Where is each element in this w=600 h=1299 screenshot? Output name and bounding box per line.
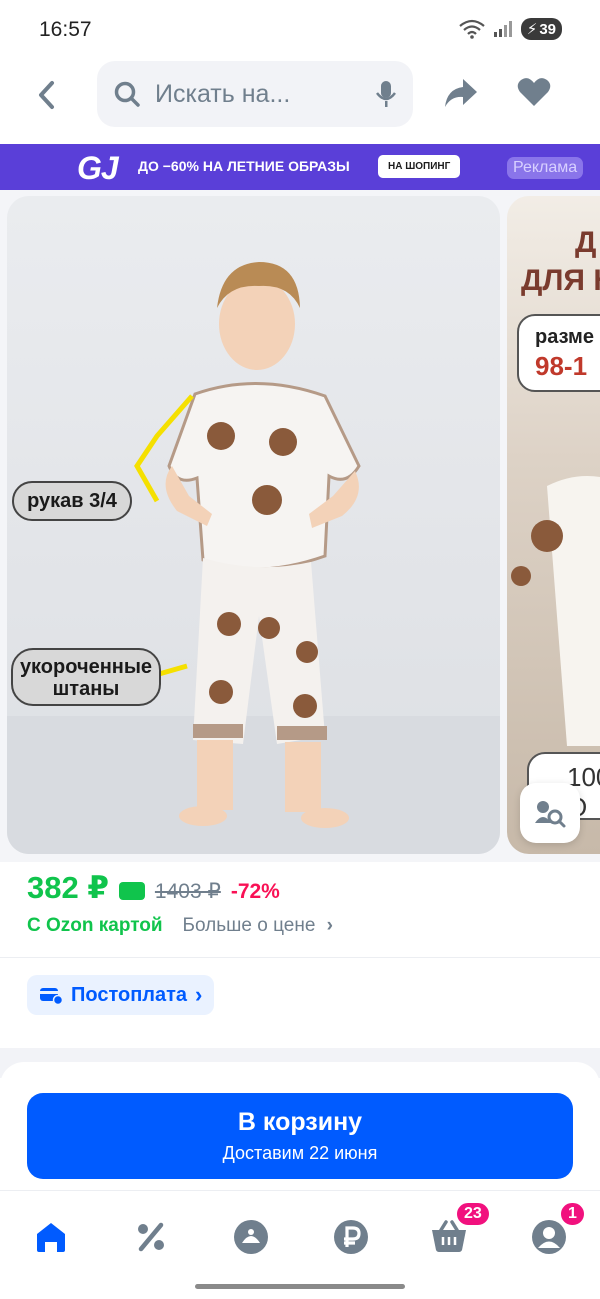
- ad-label: Реклама: [507, 157, 584, 179]
- share-icon: [445, 79, 477, 107]
- charging-icon: ⚡: [526, 21, 538, 38]
- home-icon: [37, 1223, 65, 1252]
- nav-finance[interactable]: [327, 1213, 375, 1261]
- label-sleeve: рукав 3/4: [12, 481, 132, 521]
- postpay-label: Постоплата: [71, 983, 188, 1006]
- cart-badge: 23: [455, 1201, 491, 1227]
- product-photo-main[interactable]: рукав 3/4 укороченные штаны: [7, 196, 500, 854]
- promo-text: ДО −60% НА ЛЕТНИЕ ОБРАЗЫ: [138, 158, 350, 174]
- wifi-icon: [459, 19, 485, 39]
- product-gallery[interactable]: рукав 3/4 укороченные штаны Д ДЛЯ Н разм…: [0, 190, 600, 862]
- price-current: 382 ₽: [27, 870, 109, 905]
- search-input[interactable]: Искать на...: [97, 61, 413, 127]
- nav-profile[interactable]: 1: [525, 1201, 586, 1261]
- price-old: 1403 ₽: [154, 880, 221, 903]
- price-discount: -72%: [230, 880, 280, 903]
- chevron-left-icon: [39, 81, 54, 109]
- label-pants-line1: укороченные: [19, 656, 153, 678]
- visual-search-button[interactable]: [520, 783, 580, 843]
- postpay-card-icon: [40, 988, 63, 1005]
- heart-icon: [517, 78, 551, 106]
- postpay-button[interactable]: Постоплата ›: [27, 975, 215, 1015]
- ozon-card-label: С Ozon картой: [27, 915, 163, 936]
- nav-cart[interactable]: 23: [425, 1201, 491, 1261]
- add-to-cart-button[interactable]: В корзину Доставим 22 июня: [27, 1093, 573, 1179]
- bottom-nav: 23 1: [0, 1190, 600, 1299]
- battery-level: 39: [539, 20, 556, 38]
- postpay-chevron-icon: ›: [195, 982, 203, 1007]
- share-button[interactable]: [443, 77, 483, 113]
- side-size-pill: разме 98-1: [517, 314, 600, 392]
- side-size-value: 98-1: [535, 351, 588, 381]
- profile-badge: 1: [559, 1201, 586, 1227]
- favorite-button[interactable]: [517, 77, 557, 113]
- side-illustration: [511, 476, 600, 746]
- promo-shop-button[interactable]: НА ШОПИНГ: [378, 155, 461, 178]
- status-time: 16:57: [39, 18, 92, 41]
- side-title: ДЛЯ Н: [521, 264, 600, 297]
- product-illustration: [7, 262, 500, 854]
- search-icon: [114, 81, 140, 107]
- side-size-label: разме: [535, 326, 594, 348]
- divider: [0, 957, 600, 958]
- fresh-icon: [234, 1220, 268, 1254]
- price-subtitle: С Ozon картой Больше о цене ›: [27, 915, 333, 937]
- promo-logo: GJ: [77, 150, 119, 186]
- side-title-top: Д: [575, 226, 597, 259]
- more-price-label: Больше о цене: [182, 915, 316, 936]
- profile-icon: [532, 1220, 566, 1254]
- nav-home[interactable]: [27, 1213, 75, 1261]
- nav-discounts[interactable]: [127, 1213, 175, 1261]
- chevron-right-icon: ›: [326, 915, 333, 936]
- status-icons: ⚡ 39: [459, 18, 562, 40]
- percent-icon: [138, 1222, 164, 1252]
- status-bar: 16:57 ⚡ 39: [0, 0, 600, 60]
- price-section: 382 ₽ 1403 ₽ -72% С Ozon картой Больше о…: [0, 862, 600, 1048]
- image-search-icon: [535, 801, 566, 828]
- battery-indicator: ⚡ 39: [520, 18, 562, 40]
- top-bar: Искать на...: [0, 60, 600, 130]
- nav-fresh[interactable]: [227, 1213, 275, 1261]
- more-price-link[interactable]: Больше о цене ›: [183, 915, 333, 937]
- label-pants: укороченные штаны: [11, 648, 161, 706]
- price-row[interactable]: 382 ₽ 1403 ₽ -72%: [27, 870, 280, 906]
- home-indicator: [195, 1284, 405, 1289]
- back-button[interactable]: [28, 77, 64, 113]
- delivery-date: Доставим 22 июня: [222, 1143, 378, 1163]
- search-placeholder: Искать на...: [155, 79, 291, 108]
- label-pants-line2: штаны: [52, 678, 120, 700]
- ozon-card-icon: [118, 882, 145, 900]
- promo-banner[interactable]: GJ ДО −60% НА ЛЕТНИЕ ОБРАЗЫ НА ШОПИНГ Ре…: [0, 144, 600, 190]
- add-to-cart-label: В корзину: [237, 1108, 363, 1136]
- microphone-icon[interactable]: [375, 79, 397, 109]
- product-photo-next[interactable]: Д ДЛЯ Н разме 98-1 100 О: [507, 196, 600, 854]
- ruble-icon: [334, 1220, 368, 1254]
- signal-icon: [493, 21, 512, 37]
